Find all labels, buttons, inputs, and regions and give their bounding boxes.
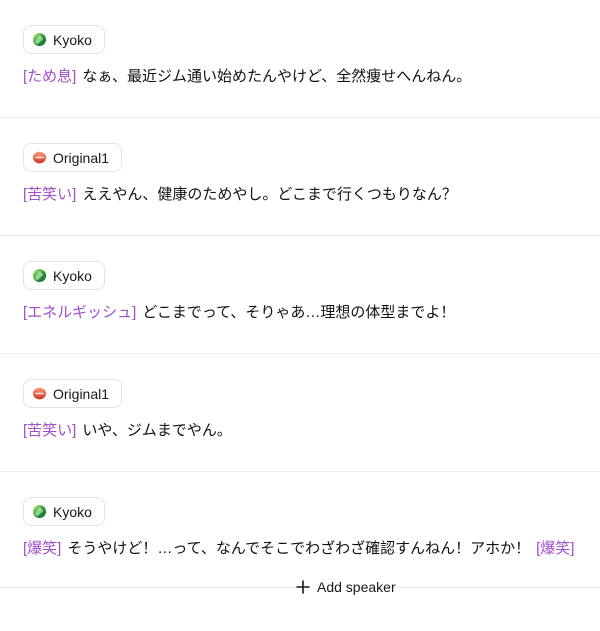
dialogue-text: ええやん、健康のためやし。どこまで行くつもりなん？ xyxy=(82,186,457,203)
green-gem-icon xyxy=(32,32,47,47)
dialogue-block: Kyoko [ため息] なぁ、最近ジム通い始めたんやけど、全然痩せへんねん。 xyxy=(0,0,600,118)
dialogue-line[interactable]: [苦笑い] ええやん、健康のためやし。どこまで行くつもりなん？ xyxy=(23,183,590,207)
dialogue-block: Original1 [苦笑い] ええやん、健康のためやし。どこまで行くつもりなん？ xyxy=(0,118,600,236)
emotion-tag: [ため息] xyxy=(23,68,77,85)
speaker-chip-kyoko[interactable]: Kyoko xyxy=(23,25,105,54)
dialogue-text: どこまでって、そりゃあ…理想の体型までよ！ xyxy=(142,304,456,321)
lips-icon xyxy=(32,387,47,400)
speaker-chip-kyoko[interactable]: Kyoko xyxy=(23,497,105,526)
green-gem-icon xyxy=(32,504,47,519)
lips-icon xyxy=(32,151,47,164)
add-speaker-button[interactable]: Add speaker xyxy=(296,576,396,598)
dialogue-text: そうやけど！…って、なんでそこでわざわざ確認すんねん！アホか！ xyxy=(67,540,531,557)
dialogue-block: Kyoko [爆笑] そうやけど！…って、なんでそこでわざわざ確認すんねん！アホか… xyxy=(0,472,600,588)
speaker-name: Kyoko xyxy=(53,31,92,48)
emotion-tag-end: [爆笑] xyxy=(536,540,575,557)
add-speaker-label: Add speaker xyxy=(317,579,396,595)
emotion-tag: [苦笑い] xyxy=(23,422,77,439)
speaker-chip-kyoko[interactable]: Kyoko xyxy=(23,261,105,290)
speaker-chip-original1[interactable]: Original1 xyxy=(23,143,123,172)
dialogue-line[interactable]: [爆笑] そうやけど！…って、なんでそこでわざわざ確認すんねん！アホか！ [爆笑] xyxy=(23,537,590,561)
emotion-tag: [苦笑い] xyxy=(23,186,77,203)
dialogue-block: Kyoko [エネルギッシュ] どこまでって、そりゃあ…理想の体型までよ！ xyxy=(0,236,600,354)
speaker-chip-original1[interactable]: Original1 xyxy=(23,379,123,408)
speaker-name: Kyoko xyxy=(53,503,92,520)
dialogue-text: いや、ジムまでやん。 xyxy=(82,422,232,439)
speaker-name: Original1 xyxy=(53,149,110,166)
green-gem-icon xyxy=(32,268,47,283)
dialogue-line[interactable]: [苦笑い] いや、ジムまでやん。 xyxy=(23,419,590,443)
speaker-name: Original1 xyxy=(53,385,110,402)
dialogue-block: Original1 [苦笑い] いや、ジムまでやん。 xyxy=(0,354,600,472)
speaker-name: Kyoko xyxy=(53,267,92,284)
emotion-tag: [エネルギッシュ] xyxy=(23,304,137,321)
emotion-tag: [爆笑] xyxy=(23,540,62,557)
plus-icon xyxy=(296,580,310,594)
dialogue-line[interactable]: [エネルギッシュ] どこまでって、そりゃあ…理想の体型までよ！ xyxy=(23,301,590,325)
dialogue-text: なぁ、最近ジム通い始めたんやけど、全然痩せへんねん。 xyxy=(82,68,472,85)
dialogue-line[interactable]: [ため息] なぁ、最近ジム通い始めたんやけど、全然痩せへんねん。 xyxy=(23,65,590,89)
